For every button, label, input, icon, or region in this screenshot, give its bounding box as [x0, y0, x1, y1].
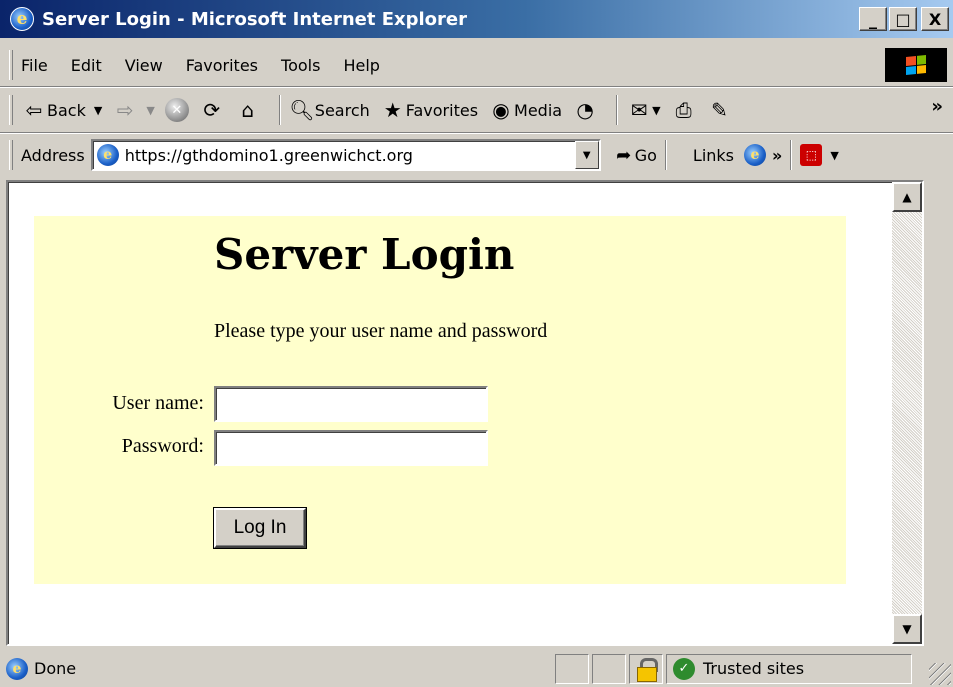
address-bar: Address e https://gthdomino1.greenwichct…	[0, 134, 953, 176]
windows-flag-icon	[906, 54, 926, 76]
pdf-icon: ⬚	[800, 144, 823, 166]
media-button[interactable]: ◉ Media	[488, 97, 562, 123]
link-ie-icon[interactable]: e	[744, 144, 767, 166]
login-instructions: Please type your user name and password	[214, 320, 548, 342]
ie-logo-icon[interactable]: e	[10, 7, 34, 31]
address-separator	[664, 140, 667, 170]
search-button[interactable]: 🔍︎ Search	[289, 97, 370, 123]
title-bar[interactable]: e Server Login - Microsoft Internet Expl…	[0, 0, 953, 38]
status-cell-empty	[592, 653, 626, 684]
go-button[interactable]: ➦ Go	[613, 142, 657, 168]
minimize-button[interactable]: _	[859, 7, 887, 31]
go-icon: ➦	[616, 144, 632, 166]
zone-cell[interactable]: ✓ Trusted sites	[666, 653, 912, 684]
vertical-scrollbar[interactable]: ▲ ▼	[892, 182, 922, 644]
menu-help[interactable]: Help	[343, 56, 379, 75]
links-bar[interactable]: Links e »	[693, 144, 782, 166]
refresh-icon: ⟳	[203, 98, 221, 122]
forward-button[interactable]: ⇨ ▼	[112, 97, 155, 123]
pdf-button[interactable]: ⬚ ▼	[800, 144, 839, 166]
toolbar-overflow-icon[interactable]: »	[931, 96, 943, 117]
favorites-icon: ★	[383, 98, 402, 122]
edit-button[interactable]: ✎	[707, 97, 733, 123]
menu-edit[interactable]: Edit	[71, 56, 102, 75]
stop-icon: ✕	[164, 98, 189, 122]
scroll-up-button[interactable]: ▲	[892, 182, 922, 212]
standard-toolbar: ⇦ Back ▼ ⇨ ▼ ✕ ⟳ ⌂ 🔍︎ Search ★ Favorites…	[0, 88, 953, 132]
menu-favorites[interactable]: Favorites	[186, 56, 258, 75]
back-dropdown-icon[interactable]: ▼	[94, 104, 102, 117]
browser-window: e Server Login - Microsoft Internet Expl…	[0, 0, 953, 687]
status-text: Done	[34, 659, 77, 678]
links-overflow-icon[interactable]: »	[772, 146, 782, 165]
refresh-button[interactable]: ⟳	[199, 97, 225, 123]
password-input[interactable]	[214, 430, 488, 466]
print-button[interactable]: ⎙	[671, 97, 697, 123]
page-viewport: Server Login Please type your user name …	[6, 180, 924, 646]
print-icon: ⎙	[675, 98, 692, 122]
username-label: User name:	[112, 392, 204, 414]
menu-bar: File Edit View Favorites Tools Help	[0, 44, 953, 86]
address-url[interactable]: https://gthdomino1.greenwichct.org	[125, 146, 413, 165]
trusted-check-icon: ✓	[673, 657, 695, 680]
media-icon: ◉	[492, 98, 510, 122]
lock-icon	[636, 657, 658, 682]
address-input[interactable]: e https://gthdomino1.greenwichct.org ▼	[90, 139, 601, 171]
mail-button[interactable]: ✉ ▼	[626, 97, 661, 123]
status-cell-empty	[555, 653, 589, 684]
history-icon: ◔	[576, 98, 594, 122]
address-grip[interactable]	[9, 140, 13, 170]
resize-grip[interactable]	[929, 663, 951, 685]
home-button[interactable]: ⌂	[235, 97, 261, 123]
search-icon: 🔍︎	[289, 98, 315, 122]
page-icon: e	[96, 144, 119, 166]
media-label: Media	[514, 100, 563, 120]
address-label: Address	[21, 145, 85, 165]
menu-grip[interactable]	[9, 50, 13, 80]
status-text-cell: e Done	[0, 654, 552, 684]
close-button[interactable]: X	[921, 7, 949, 31]
menu-tools[interactable]: Tools	[281, 56, 320, 75]
back-label: Back	[47, 100, 86, 120]
go-label: Go	[634, 145, 657, 165]
toolbar-separator	[616, 95, 619, 125]
address-dropdown-icon[interactable]: ▼	[574, 141, 599, 169]
password-label: Password:	[121, 435, 204, 457]
security-cell[interactable]	[629, 653, 663, 684]
mail-dropdown-icon[interactable]: ▼	[652, 104, 660, 117]
status-page-icon: e	[6, 657, 28, 680]
status-bar: e Done ✓ Trusted sites	[0, 650, 953, 687]
stop-button[interactable]: ✕	[164, 98, 189, 122]
back-arrow-icon: ⇦	[25, 98, 43, 122]
page-title: Server Login	[214, 230, 515, 279]
back-button[interactable]: ⇦ Back ▼	[21, 97, 103, 123]
menu-view[interactable]: View	[125, 56, 163, 75]
toolbar-grip[interactable]	[9, 95, 13, 125]
address-separator	[790, 140, 793, 170]
links-label[interactable]: Links	[693, 146, 734, 165]
mail-icon: ✉	[630, 98, 648, 122]
favorites-button[interactable]: ★ Favorites	[380, 97, 478, 123]
login-panel: Server Login Please type your user name …	[34, 216, 846, 584]
edit-icon: ✎	[711, 98, 728, 122]
forward-arrow-icon: ⇨	[116, 98, 134, 122]
pdf-dropdown-icon[interactable]: ▼	[830, 149, 838, 162]
windows-logo	[885, 48, 947, 82]
window-title: Server Login - Microsoft Internet Explor…	[42, 8, 468, 30]
login-button[interactable]: Log In	[214, 508, 306, 548]
scroll-down-button[interactable]: ▼	[892, 614, 922, 644]
home-icon: ⌂	[241, 98, 255, 122]
search-label: Search	[314, 100, 370, 120]
window-controls: _ □ X	[859, 7, 949, 31]
maximize-button[interactable]: □	[889, 7, 917, 31]
username-input[interactable]	[214, 386, 488, 422]
toolbar-separator	[278, 95, 281, 125]
zone-text: Trusted sites	[703, 659, 805, 678]
favorites-label: Favorites	[405, 100, 479, 120]
history-button[interactable]: ◔	[572, 97, 598, 123]
forward-dropdown-icon[interactable]: ▼	[146, 104, 154, 117]
menu-file[interactable]: File	[21, 56, 48, 75]
